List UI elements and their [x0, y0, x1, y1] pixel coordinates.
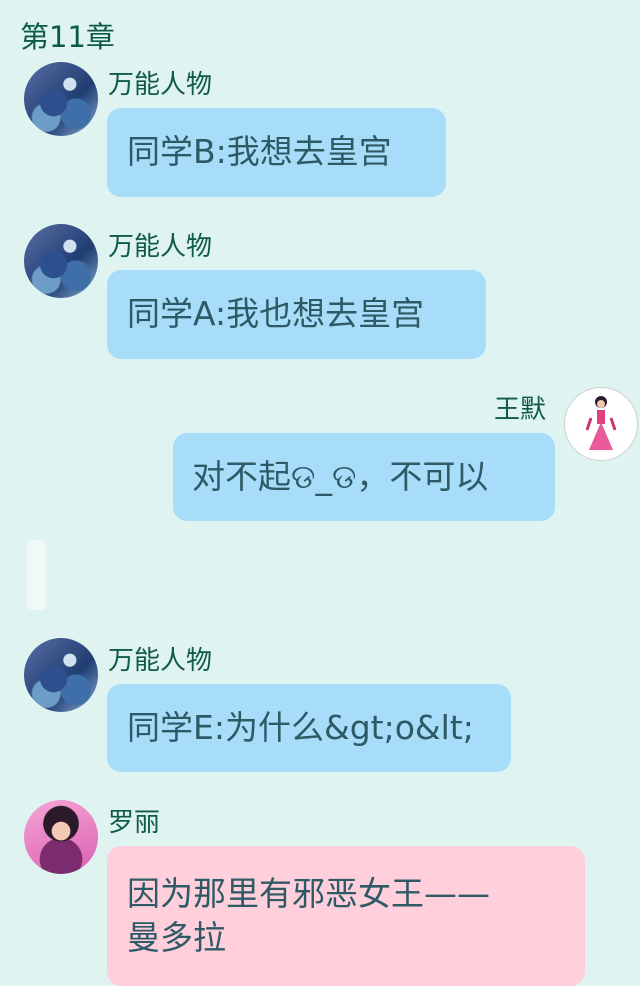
sender-name: 罗丽: [108, 808, 161, 838]
message-bubble[interactable]: 同学B:我想去皇宫: [107, 108, 446, 197]
character-figure-icon: [585, 396, 617, 450]
message-line: 曼多拉: [127, 918, 226, 957]
avatar-wanneng[interactable]: [24, 638, 98, 712]
message-bubble[interactable]: 因为那里有邪恶女王—— 曼多拉: [107, 846, 585, 986]
message-bubble[interactable]: 对不起ଡ_ଡ，不可以: [173, 433, 555, 521]
avatar-luoli[interactable]: [24, 800, 98, 874]
avatar-wanneng[interactable]: [24, 224, 98, 298]
sender-name: 万能人物: [108, 70, 213, 100]
sender-name: 万能人物: [108, 232, 213, 262]
chapter-title: 第11章: [20, 20, 115, 54]
message-bubble[interactable]: 同学A:我也想去皇宫: [107, 270, 486, 359]
message-bubble[interactable]: 同学E:为什么&gt;o&lt;: [107, 684, 511, 772]
avatar-wanneng[interactable]: [24, 62, 98, 136]
avatar-wangmo[interactable]: [564, 387, 638, 461]
sender-name: 万能人物: [108, 646, 213, 676]
empty-placeholder: [27, 540, 46, 610]
message-line: 因为那里有邪恶女王——: [127, 874, 490, 913]
sender-name: 王默: [494, 395, 547, 425]
